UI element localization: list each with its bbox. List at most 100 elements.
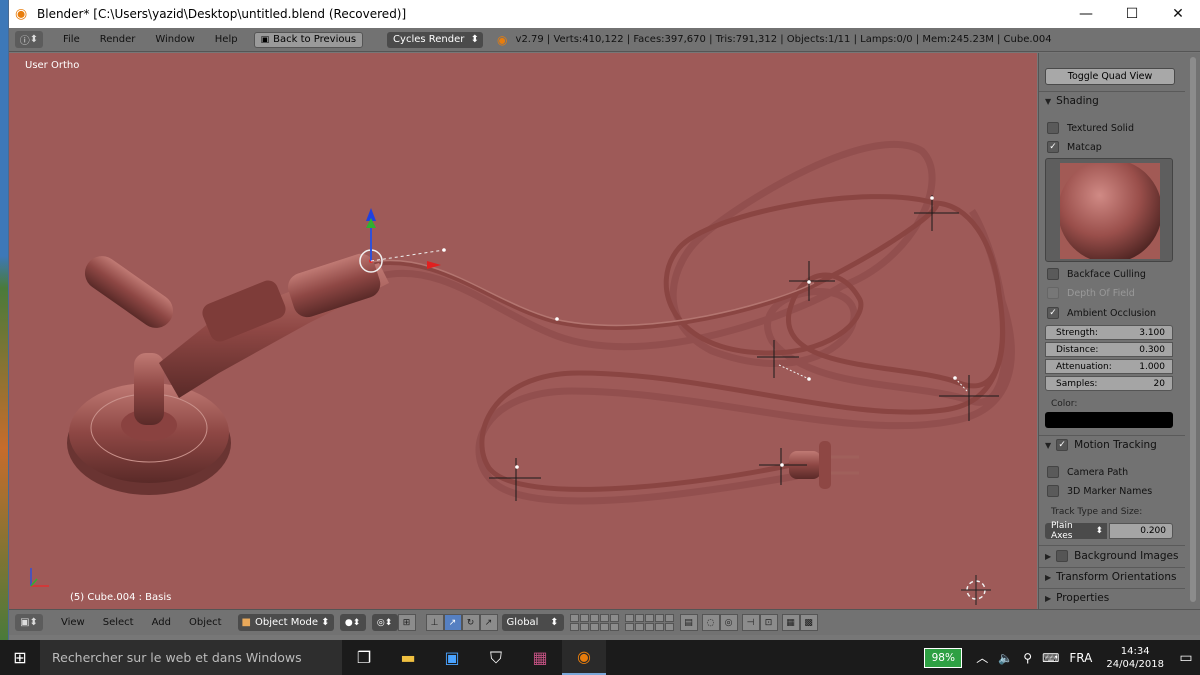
menu-file[interactable]: File bbox=[63, 34, 80, 45]
backface-culling-checkbox[interactable]: Backface Culling bbox=[1047, 268, 1146, 280]
properties-panel-header[interactable]: ▶ Properties bbox=[1045, 592, 1109, 604]
winrar-icon[interactable]: ▦ bbox=[518, 640, 562, 675]
3d-viewport[interactable]: User Ortho (5) Cube.004 : Basis bbox=[9, 53, 1037, 609]
rotate-manipulator-icon[interactable]: ↻ bbox=[461, 614, 480, 631]
expand-arrow-icon: ▶ bbox=[1045, 593, 1052, 603]
matcap-checkbox[interactable]: ✓ Matcap bbox=[1047, 141, 1102, 153]
motion-tracking-panel-header[interactable]: ▼ ✓ Motion Tracking bbox=[1045, 439, 1157, 451]
snap-element-icon[interactable]: ⊣ bbox=[741, 614, 760, 631]
transform-orientations-panel-header[interactable]: ▶ Transform Orientations bbox=[1045, 571, 1176, 583]
ambient-occlusion-checkbox[interactable]: ✓ Ambient Occlusion bbox=[1047, 307, 1156, 319]
minimize-button[interactable]: — bbox=[1063, 0, 1109, 28]
ao-samples-label: Samples: bbox=[1056, 378, 1098, 389]
battery-indicator[interactable]: 98% bbox=[924, 647, 963, 668]
translate-manipulator-icon[interactable]: ↗ bbox=[443, 614, 462, 631]
layer-buttons-a[interactable] bbox=[569, 614, 619, 631]
info-header: ⓘ ⬍ File Render Window Help ▣ Back to Pre… bbox=[9, 28, 1200, 52]
store-icon[interactable]: ⛉ bbox=[474, 640, 518, 675]
track-size-value: 0.200 bbox=[1140, 526, 1166, 536]
scale-manipulator-icon[interactable]: ↗ bbox=[479, 614, 498, 631]
close-button[interactable]: ✕ bbox=[1155, 0, 1200, 28]
menu-select[interactable]: Select bbox=[103, 617, 134, 628]
volume-icon[interactable]: 🔈 bbox=[998, 651, 1013, 665]
taskbar-clock[interactable]: 14:34 24/04/2018 bbox=[1106, 645, 1164, 671]
background-images-panel-header[interactable]: ▶ Background Images bbox=[1045, 550, 1179, 562]
render-engine-dropdown[interactable]: Cycles Render ⬍ bbox=[387, 31, 484, 48]
curve-hook-markers bbox=[489, 195, 999, 501]
depth-of-field-checkbox[interactable]: Depth Of Field bbox=[1047, 287, 1135, 299]
proportional-edit-icon[interactable]: ◎ bbox=[719, 614, 738, 631]
shading-panel-header[interactable]: ▼ Shading bbox=[1045, 95, 1099, 107]
menu-help[interactable]: Help bbox=[215, 34, 238, 45]
task-view-icon[interactable]: ❐ bbox=[342, 640, 386, 675]
track-size-field[interactable]: 0.200 bbox=[1109, 523, 1173, 539]
blender-taskbar-icon[interactable]: ◉ bbox=[562, 640, 606, 675]
track-type-dropdown[interactable]: Plain Axes ⬍ bbox=[1045, 521, 1107, 541]
ao-attenuation-field[interactable]: Attenuation: 1.000 bbox=[1045, 359, 1173, 374]
manipulator-toggle-icon[interactable]: ⊥ bbox=[425, 614, 444, 631]
back-to-previous-button[interactable]: ▣ Back to Previous bbox=[253, 31, 364, 48]
transform-orientation-dropdown[interactable]: Global ⬍ bbox=[501, 614, 564, 631]
menu-object[interactable]: Object bbox=[189, 617, 222, 628]
collapse-arrow-icon: ▼ bbox=[1045, 96, 1052, 106]
notifications-icon[interactable]: ▭ bbox=[1172, 640, 1200, 675]
render-preview-icon[interactable]: ▦ bbox=[781, 614, 800, 631]
edge-browser-icon[interactable]: ▣ bbox=[430, 640, 474, 675]
marker-names-checkbox[interactable]: 3D Marker Names bbox=[1047, 485, 1152, 497]
motion-tracking-label: Motion Tracking bbox=[1074, 439, 1157, 451]
ao-color-swatch[interactable] bbox=[1045, 412, 1173, 428]
camera-path-checkbox[interactable]: Camera Path bbox=[1047, 466, 1128, 478]
language-indicator[interactable]: FRA bbox=[1069, 651, 1092, 665]
snap-toggle-icon[interactable]: ⊞ bbox=[397, 614, 416, 631]
keyboard-icon[interactable]: ⌨ bbox=[1042, 651, 1059, 665]
textured-solid-checkbox[interactable]: Textured Solid bbox=[1047, 122, 1134, 134]
file-explorer-icon[interactable]: ▬ bbox=[386, 640, 430, 675]
maximize-button[interactable]: ☐ bbox=[1109, 0, 1155, 28]
clock-time: 14:34 bbox=[1120, 645, 1150, 657]
network-icon[interactable]: ⚲ bbox=[1023, 651, 1032, 665]
ao-attenuation-label: Attenuation: bbox=[1056, 361, 1112, 372]
ao-strength-field[interactable]: Strength: 3.100 bbox=[1045, 325, 1173, 340]
view-axis-indicator-icon bbox=[30, 568, 49, 587]
menu-render[interactable]: Render bbox=[100, 34, 136, 45]
collapse-arrow-icon: ▼ bbox=[1045, 440, 1052, 450]
checkbox-icon[interactable] bbox=[1056, 550, 1069, 562]
render-engine-label: Cycles Render bbox=[393, 34, 465, 45]
cube-icon: ■ bbox=[241, 617, 251, 628]
track-type-value: Plain Axes bbox=[1051, 521, 1073, 541]
menu-view[interactable]: View bbox=[61, 617, 85, 628]
occlude-geometry-icon[interactable]: ◌ bbox=[701, 614, 720, 631]
chevron-up-icon[interactable]: ︿ bbox=[976, 649, 988, 666]
checkmark-icon: ✓ bbox=[1047, 307, 1059, 319]
layer-buttons-b[interactable] bbox=[624, 614, 674, 631]
render-animation-icon[interactable]: ▩ bbox=[799, 614, 818, 631]
toggle-quad-view-button[interactable]: Toggle Quad View bbox=[1045, 68, 1175, 85]
menu-window[interactable]: Window bbox=[155, 34, 194, 45]
taskbar-search-box[interactable]: Rechercher sur le web et dans Windows bbox=[40, 640, 342, 675]
checkmark-icon[interactable]: ✓ bbox=[1056, 439, 1069, 451]
lock-layers-icon[interactable]: ▤ bbox=[679, 614, 698, 631]
ao-samples-field[interactable]: Samples: 20 bbox=[1045, 376, 1173, 391]
mode-dropdown[interactable]: ■ Object Mode ⬍ bbox=[237, 614, 334, 631]
grinder-model[interactable] bbox=[67, 249, 389, 495]
scene-canvas[interactable] bbox=[9, 53, 1037, 609]
matcap-preview[interactable] bbox=[1045, 158, 1173, 262]
ao-distance-field[interactable]: Distance: 0.300 bbox=[1045, 342, 1173, 357]
windows-taskbar: ⊞ Rechercher sur le web et dans Windows … bbox=[0, 640, 1200, 675]
viewport-shading-dropdown[interactable]: ●⬍ bbox=[339, 614, 366, 631]
editor-type-icon[interactable]: ▣⬍ bbox=[15, 614, 43, 631]
snap-target-icon[interactable]: ⊡ bbox=[759, 614, 778, 631]
dropdown-arrows-icon: ⬍ bbox=[321, 617, 330, 628]
window-title: Blender* [C:\Users\yazid\Desktop\untitle… bbox=[37, 7, 407, 21]
scrollbar-thumb[interactable] bbox=[1190, 57, 1196, 602]
blender-logo-icon: ◉ bbox=[497, 32, 508, 47]
3d-cursor-icon[interactable] bbox=[961, 575, 991, 605]
windows-start-icon[interactable]: ⊞ bbox=[0, 640, 40, 675]
info-editor-type-icon[interactable]: ⓘ ⬍ bbox=[15, 31, 43, 48]
properties-scrollbar[interactable] bbox=[1185, 53, 1200, 609]
divider bbox=[1039, 567, 1186, 568]
pivot-point-dropdown[interactable]: ◎⬍ bbox=[371, 614, 398, 631]
menu-add[interactable]: Add bbox=[152, 617, 171, 628]
textured-solid-label: Textured Solid bbox=[1067, 122, 1134, 134]
blender-window: ◉ Blender* [C:\Users\yazid\Desktop\untit… bbox=[8, 0, 1200, 640]
